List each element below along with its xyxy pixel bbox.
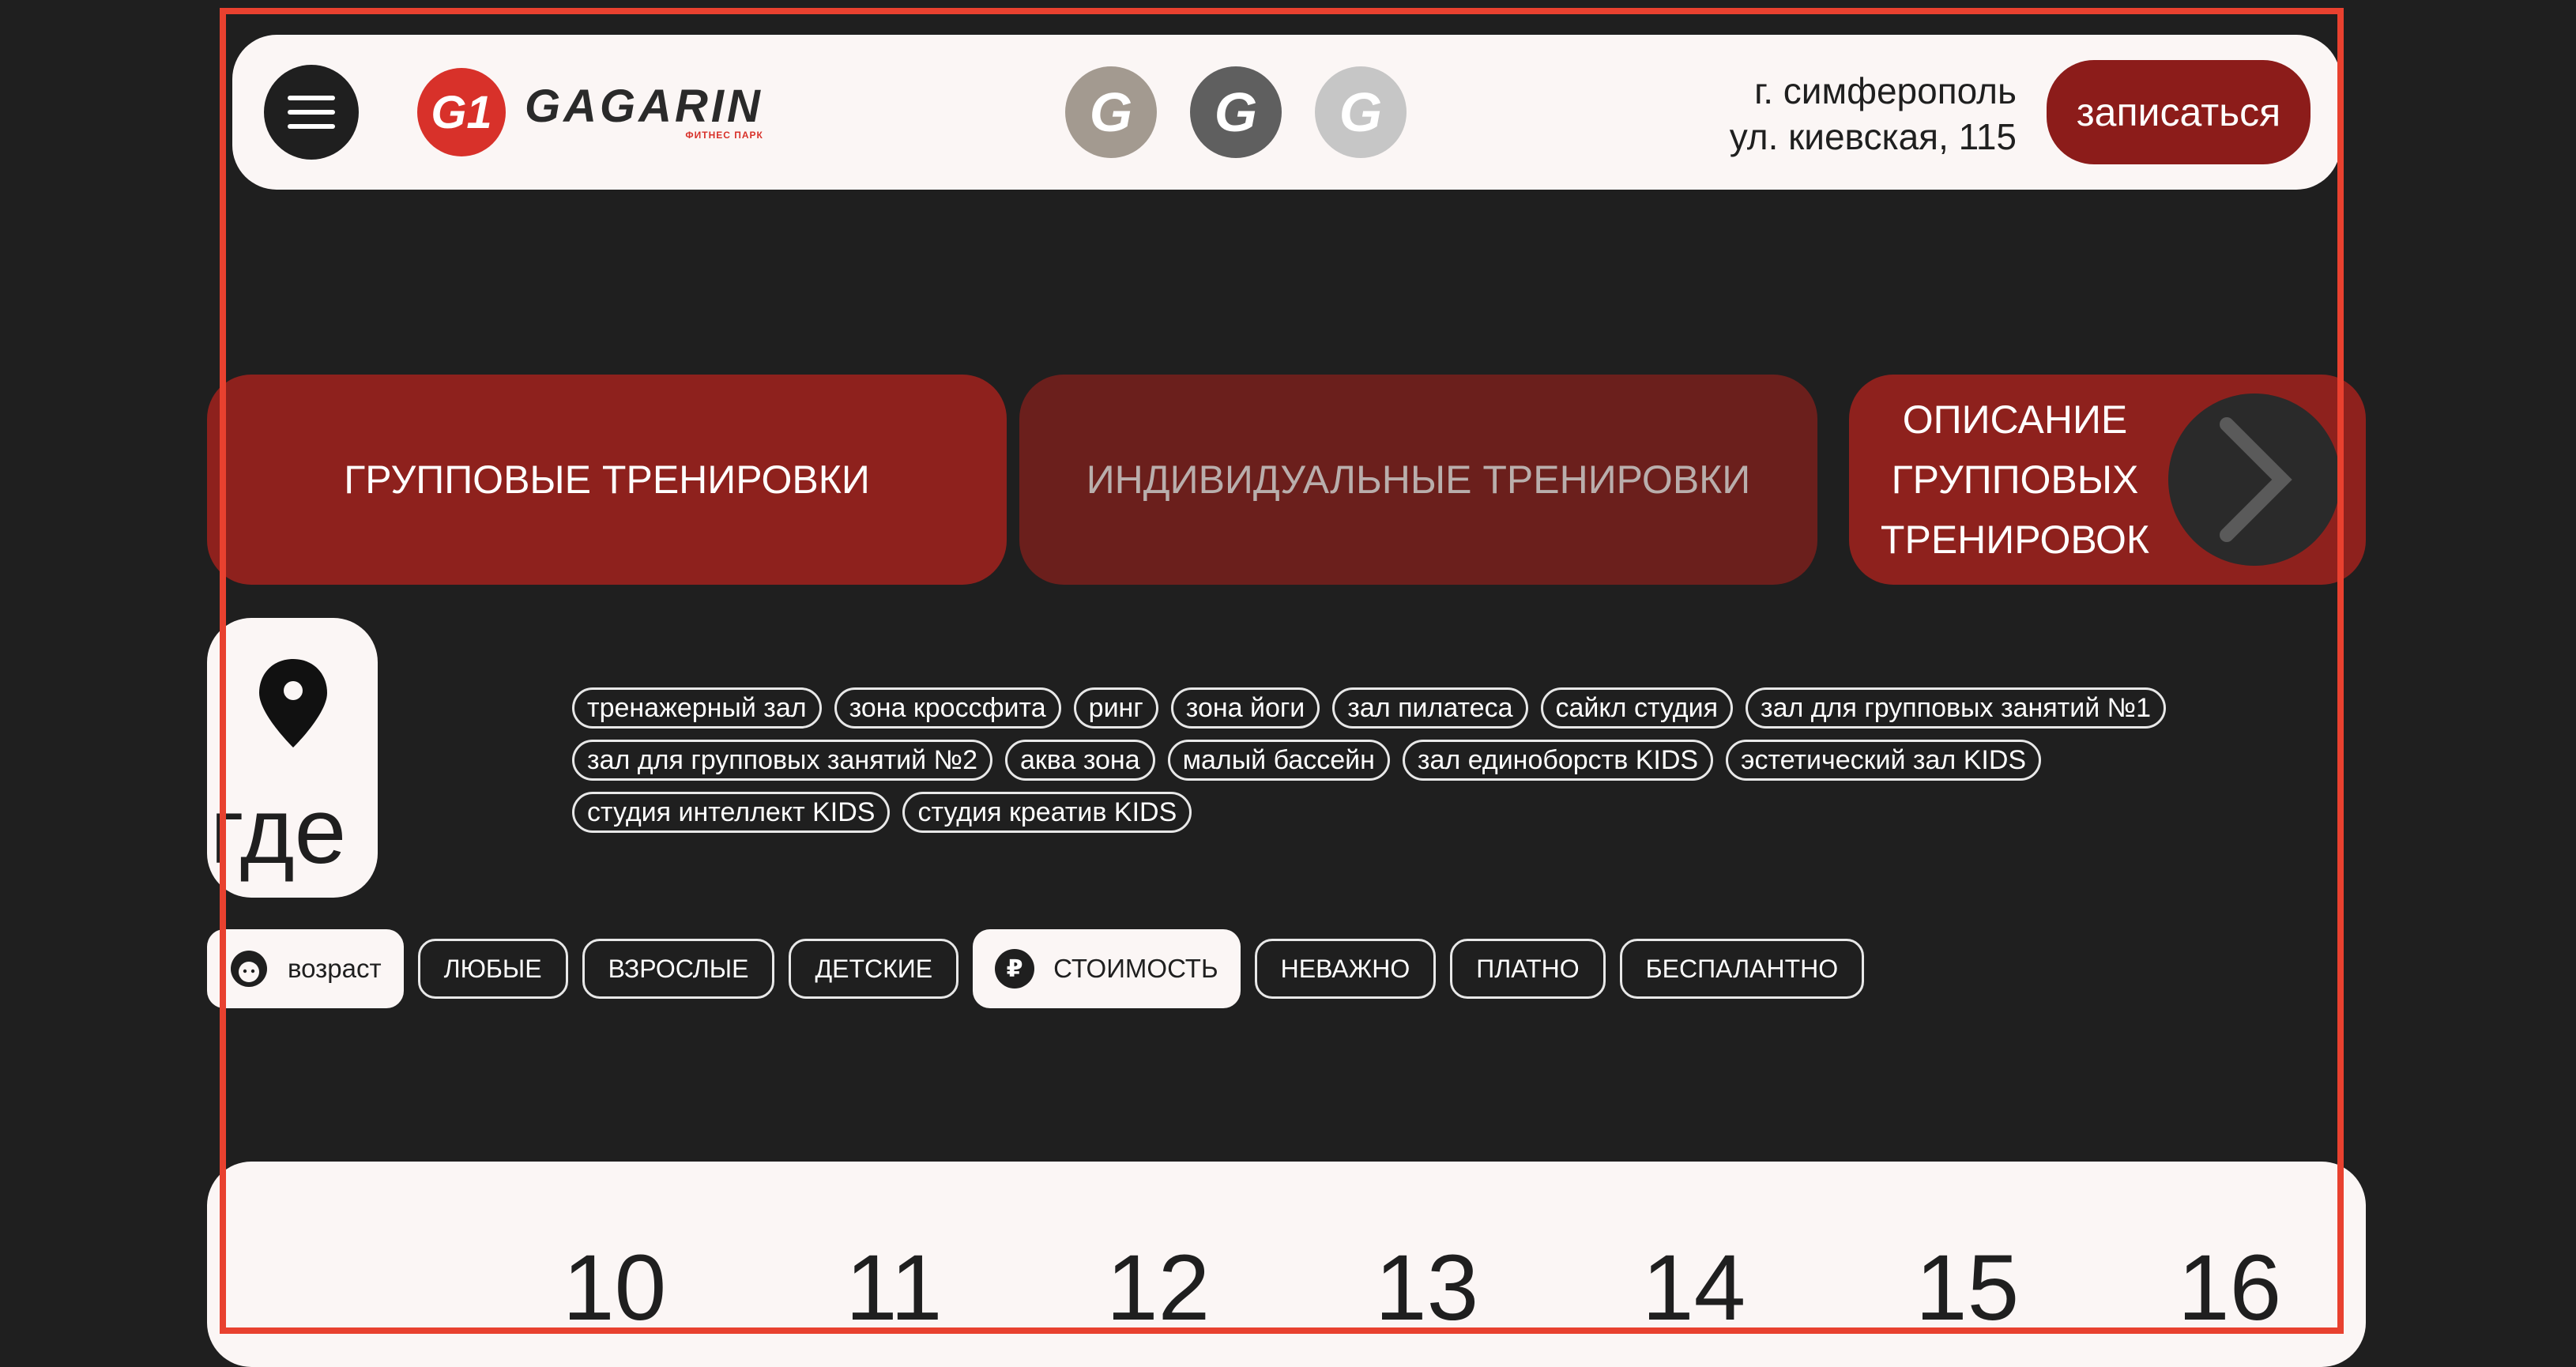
- zone-chip[interactable]: аква зона: [1005, 740, 1155, 781]
- cost-option-free[interactable]: БЕСПАЛАНТНО: [1619, 939, 1865, 999]
- zone-chip[interactable]: малый бассейн: [1167, 740, 1390, 781]
- description-label: ОПИСАНИЕ ГРУППОВЫХ ТРЕНИРОВОК: [1849, 390, 2181, 570]
- cost-filter-label: ₽ СТОИМОСТЬ: [973, 929, 1241, 1008]
- logo-text: GAGARIN: [525, 81, 763, 132]
- child-face-icon: [231, 951, 267, 987]
- description-line: ТРЕНИРОВОК: [1880, 518, 2150, 562]
- calendar-day[interactable]: 15: [1915, 1234, 2019, 1342]
- menu-button[interactable]: [264, 65, 359, 160]
- calendar-day[interactable]: 16: [2178, 1234, 2281, 1342]
- age-option-any[interactable]: ЛЮБЫЕ: [417, 939, 568, 999]
- location-pin-icon: [259, 659, 327, 748]
- zone-chip[interactable]: зал единоборств KIDS: [1402, 740, 1714, 781]
- cost-option-paid[interactable]: ПЛАТНО: [1450, 939, 1606, 999]
- hamburger-icon: [288, 91, 335, 134]
- ruble-icon: ₽: [995, 949, 1035, 989]
- zone-list: тренажерный зал зона кроссфита ринг зона…: [572, 687, 2310, 833]
- calendar-day[interactable]: 11: [845, 1234, 943, 1342]
- zone-chip[interactable]: зал для групповых занятий №1: [1746, 687, 2167, 729]
- brand-silver-icon[interactable]: G: [1315, 66, 1407, 158]
- age-label: возраст: [288, 954, 382, 983]
- age-filter-label: возраст: [207, 929, 404, 1008]
- address-city: г. симферополь: [1754, 70, 2017, 111]
- logo-mark: G1: [417, 68, 506, 156]
- tab-trainings-description[interactable]: ОПИСАНИЕ ГРУППОВЫХ ТРЕНИРОВОК: [1849, 375, 2366, 585]
- where-label: где: [210, 779, 347, 883]
- screenshot-frame: [220, 8, 2344, 1334]
- calendar-day[interactable]: 12: [1106, 1234, 1210, 1342]
- zone-chip[interactable]: тренажерный зал: [572, 687, 822, 729]
- description-line: ГРУППОВЫХ: [1891, 458, 2139, 502]
- address: г. симферополь ул. киевская, 115: [1730, 68, 2017, 160]
- tab-individual-trainings[interactable]: ИНДИВИДУАЛЬНЫЕ ТРЕНИРОВКИ: [1019, 375, 1817, 585]
- calendar-strip: 10 11 12 13 14 15 16: [207, 1162, 2366, 1367]
- calendar-day[interactable]: 13: [1375, 1234, 1478, 1342]
- zone-chip[interactable]: зал для групповых занятий №2: [572, 740, 992, 781]
- cost-label: СТОИМОСТЬ: [1053, 954, 1218, 983]
- tab-group-trainings[interactable]: ГРУППОВЫЕ ТРЕНИРОВКИ: [207, 375, 1007, 585]
- zone-chip[interactable]: ринг: [1073, 687, 1158, 729]
- zone-chip[interactable]: зона йоги: [1170, 687, 1320, 729]
- signup-button[interactable]: записаться: [2047, 60, 2310, 164]
- calendar-day[interactable]: 10: [563, 1234, 666, 1342]
- brand-star-icon[interactable]: G: [1190, 66, 1282, 158]
- filter-bar: возраст ЛЮБЫЕ ВЗРОСЛЫЕ ДЕТСКИЕ ₽ СТОИМОС…: [207, 929, 1865, 1008]
- zone-chip[interactable]: сайкл студия: [1540, 687, 1734, 729]
- calendar-day[interactable]: 14: [1642, 1234, 1746, 1342]
- zone-chip[interactable]: студия креатив KIDS: [902, 792, 1192, 833]
- cost-option-any[interactable]: НЕВАЖНО: [1254, 939, 1437, 999]
- next-arrow-button[interactable]: [2168, 394, 2341, 566]
- zone-chip[interactable]: эстетический зал KIDS: [1726, 740, 2042, 781]
- where-block: где: [207, 618, 378, 898]
- address-street: ул. киевская, 115: [1729, 116, 2017, 157]
- description-line: ОПИСАНИЕ: [1902, 397, 2128, 442]
- brand-icons: G G G: [1065, 66, 1407, 158]
- zone-chip[interactable]: зона кроссфита: [834, 687, 1061, 729]
- logo[interactable]: G1 GAGARIN ФИТНЕС ПАРК: [417, 68, 763, 156]
- zone-chip[interactable]: студия интеллект KIDS: [572, 792, 891, 833]
- chevron-right-icon: [2220, 417, 2292, 542]
- age-option-adult[interactable]: ВЗРОСЛЫЕ: [582, 939, 775, 999]
- logo-subtitle: ФИТНЕС ПАРК: [685, 130, 763, 141]
- brand-gold-icon[interactable]: G: [1065, 66, 1157, 158]
- header-bar: G1 GAGARIN ФИТНЕС ПАРК G G G г. симфероп…: [232, 35, 2341, 190]
- age-option-kids[interactable]: ДЕТСКИЕ: [789, 939, 959, 999]
- zone-chip[interactable]: зал пилатеса: [1332, 687, 1528, 729]
